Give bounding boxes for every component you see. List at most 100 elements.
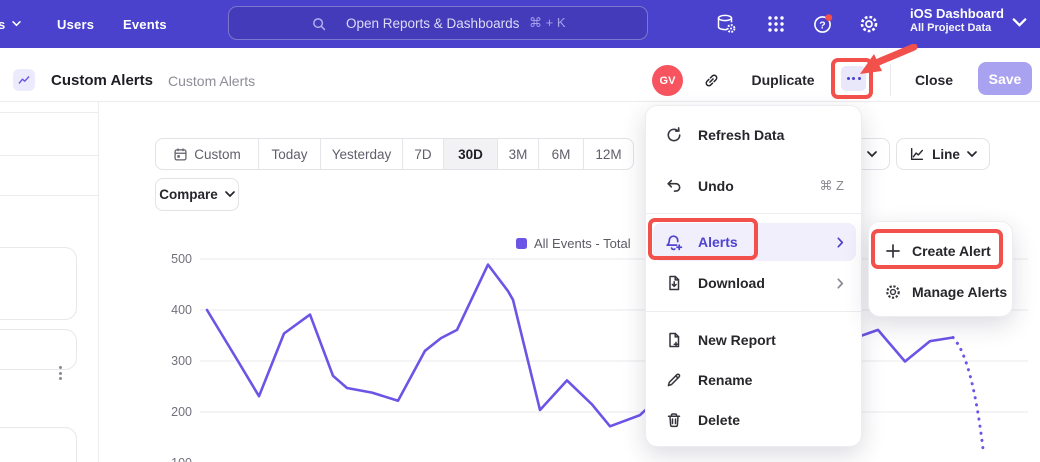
rail-card[interactable] bbox=[0, 427, 77, 462]
range-12m[interactable]: 12M bbox=[584, 139, 633, 169]
avatar[interactable]: GV bbox=[652, 65, 683, 96]
menu-item-delete[interactable]: Delete bbox=[653, 401, 856, 439]
chevron-right-icon bbox=[837, 237, 844, 248]
notification-dot bbox=[825, 14, 832, 21]
nav-item-truncated[interactable]: s bbox=[0, 0, 21, 48]
range-today[interactable]: Today bbox=[259, 139, 321, 169]
more-options-button[interactable] bbox=[841, 66, 866, 91]
chart-type-label: Line bbox=[932, 147, 960, 162]
compare-label: Compare bbox=[159, 187, 218, 202]
delete-trash-icon bbox=[664, 411, 683, 430]
undo-icon bbox=[664, 177, 683, 196]
settings-gear-icon[interactable] bbox=[858, 13, 880, 35]
chevron-down-icon bbox=[12, 21, 21, 27]
nav-item-events[interactable]: Events bbox=[123, 0, 167, 48]
chevron-down-icon bbox=[225, 191, 235, 198]
top-nav-bar: s Users Events Open Reports & Dashboards… bbox=[0, 0, 1040, 48]
menu-item-label: Download bbox=[698, 275, 765, 291]
submenu-item-create-alert[interactable]: Create Alert bbox=[875, 232, 1008, 270]
chart-type-button[interactable]: Line bbox=[896, 138, 990, 170]
y-axis-label: 400 bbox=[152, 303, 192, 317]
project-name: iOS Dashboard bbox=[910, 6, 1004, 22]
svg-text:?: ? bbox=[819, 19, 825, 31]
range-custom[interactable]: Custom bbox=[156, 139, 259, 169]
refresh-icon bbox=[664, 126, 683, 145]
menu-divider bbox=[646, 311, 863, 312]
range-yesterday[interactable]: Yesterday bbox=[321, 139, 403, 169]
y-axis-label: 100 bbox=[152, 456, 192, 462]
left-rail bbox=[0, 102, 99, 462]
undo-shortcut: ⌘ Z bbox=[819, 178, 844, 194]
project-scope: All Project Data bbox=[910, 22, 1004, 35]
app-root: 100 200 300 400 500 All Events - Total Custo… bbox=[0, 0, 1040, 462]
report-chart-icon bbox=[17, 73, 31, 87]
chevron-down-icon bbox=[967, 151, 977, 158]
divider bbox=[890, 64, 891, 96]
menu-item-rename[interactable]: Rename bbox=[653, 361, 856, 399]
range-30d[interactable]: 30D bbox=[444, 139, 498, 169]
chevron-down-icon[interactable] bbox=[1012, 18, 1027, 28]
range-6m[interactable]: 6M bbox=[539, 139, 584, 169]
rail-divider bbox=[0, 155, 99, 156]
calendar-icon bbox=[173, 147, 188, 162]
chevron-right-icon bbox=[837, 278, 844, 289]
menu-item-label: New Report bbox=[698, 332, 776, 348]
download-icon bbox=[664, 274, 683, 293]
help-icon[interactable]: ? bbox=[812, 13, 834, 35]
range-7d[interactable]: 7D bbox=[403, 139, 444, 169]
gear-icon bbox=[883, 283, 902, 302]
menu-item-new-report[interactable]: New Report bbox=[653, 321, 856, 359]
close-button[interactable]: Close bbox=[908, 65, 960, 95]
legend-label: All Events - Total bbox=[534, 236, 631, 251]
chevron-down-icon bbox=[867, 151, 877, 158]
menu-divider bbox=[646, 213, 863, 214]
line-chart-icon bbox=[909, 146, 925, 162]
duplicate-button[interactable]: Duplicate bbox=[752, 65, 814, 95]
save-button[interactable]: Save bbox=[978, 62, 1032, 95]
new-report-icon bbox=[664, 331, 683, 350]
apps-grid-icon[interactable] bbox=[765, 13, 787, 35]
project-switcher[interactable]: iOS Dashboard All Project Data bbox=[910, 6, 1004, 35]
copy-link-icon[interactable] bbox=[703, 72, 720, 89]
compare-button[interactable]: Compare bbox=[155, 178, 239, 211]
menu-item-label: Delete bbox=[698, 412, 740, 428]
menu-item-label: Create Alert bbox=[912, 243, 991, 259]
search-icon bbox=[311, 16, 327, 32]
rail-card[interactable] bbox=[0, 247, 77, 320]
y-axis-label: 500 bbox=[152, 252, 192, 266]
date-range-control: Custom Today Yesterday 7D 30D 3M 6M 12M bbox=[155, 138, 634, 170]
search-input[interactable]: Open Reports & Dashboards ⌘ + K bbox=[228, 6, 648, 40]
plus-icon bbox=[883, 242, 902, 261]
report-icon-tile bbox=[13, 69, 35, 91]
menu-item-label: Refresh Data bbox=[698, 127, 784, 143]
range-label: Custom bbox=[194, 147, 241, 162]
nav-item-users[interactable]: Users bbox=[57, 0, 94, 48]
page-title: Custom Alerts bbox=[51, 72, 153, 89]
menu-item-label: Rename bbox=[698, 372, 752, 388]
menu-item-undo[interactable]: Undo ⌘ Z bbox=[653, 167, 856, 205]
menu-item-alerts[interactable]: Alerts bbox=[653, 223, 856, 261]
submenu-item-manage-alerts[interactable]: Manage Alerts bbox=[875, 273, 1008, 311]
search-placeholder: Open Reports & Dashboards bbox=[346, 16, 519, 31]
kebab-menu-icon[interactable] bbox=[53, 361, 67, 385]
menu-item-label: Manage Alerts bbox=[912, 284, 1007, 300]
menu-item-label: Alerts bbox=[698, 234, 738, 250]
menu-item-refresh-data[interactable]: Refresh Data bbox=[653, 116, 856, 154]
data-management-icon[interactable] bbox=[715, 13, 737, 35]
chart-legend: All Events - Total bbox=[516, 236, 631, 251]
rename-pencil-icon bbox=[664, 371, 683, 390]
rail-divider bbox=[0, 195, 99, 196]
y-axis-label: 200 bbox=[152, 405, 192, 419]
context-menu: Refresh Data Data from 1 min ago Undo ⌘ … bbox=[645, 105, 862, 447]
alerts-submenu: Create Alert Manage Alerts bbox=[868, 221, 1013, 317]
breadcrumb: Custom Alerts bbox=[168, 73, 255, 89]
search-shortcut: ⌘ + K bbox=[529, 15, 566, 31]
report-header bbox=[0, 48, 1040, 102]
y-axis-label: 300 bbox=[152, 354, 192, 368]
rail-divider bbox=[0, 112, 99, 113]
range-3m[interactable]: 3M bbox=[498, 139, 539, 169]
menu-item-label: Undo bbox=[698, 178, 734, 194]
legend-swatch bbox=[516, 238, 527, 249]
menu-item-download[interactable]: Download bbox=[653, 264, 856, 302]
alert-bell-plus-icon bbox=[664, 233, 683, 252]
